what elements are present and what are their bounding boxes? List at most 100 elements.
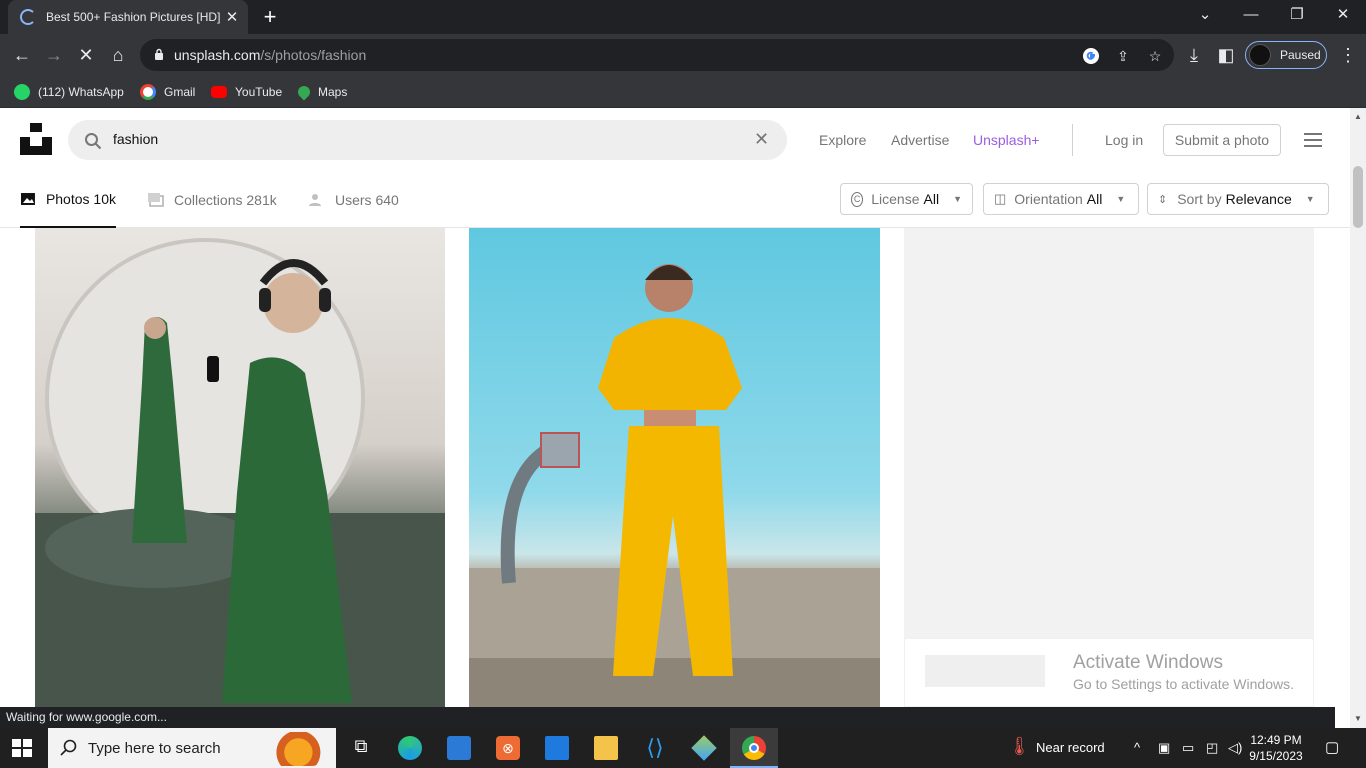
users-icon xyxy=(309,194,321,206)
search-input[interactable]: fashion ✕ xyxy=(68,120,787,160)
tab-count: 281k xyxy=(246,192,277,208)
avatar xyxy=(1249,44,1271,66)
bookmark-whatsapp[interactable]: (112) WhatsApp xyxy=(14,82,124,102)
tray-expand-icon[interactable]: ^ xyxy=(1134,740,1140,755)
mail-icon[interactable] xyxy=(545,736,569,760)
nav-unsplash-plus[interactable]: Unsplash+ xyxy=(973,132,1040,148)
thermometer-icon[interactable]: 🌡 xyxy=(1008,736,1031,757)
stop-loading-button[interactable]: ✕ xyxy=(72,42,100,68)
tab-search-icon[interactable]: ⌄ xyxy=(1182,0,1228,34)
login-link[interactable]: Log in xyxy=(1105,132,1143,148)
edge-browser-icon[interactable] xyxy=(398,736,422,760)
close-window-button[interactable]: ✕ xyxy=(1320,0,1366,34)
restore-button[interactable]: ❐ xyxy=(1274,0,1320,34)
tab-users[interactable]: Users 640 xyxy=(309,172,399,228)
forward-button[interactable]: → xyxy=(40,42,68,68)
chrome-menu-icon[interactable]: ⋮ xyxy=(1334,42,1362,68)
close-tab-icon[interactable]: ✕ xyxy=(224,8,240,26)
photo-woman-yellow-tracksuit[interactable] xyxy=(469,228,880,707)
sort-dropdown[interactable]: ⇕ Sort by Relevance ▼ xyxy=(1147,183,1329,215)
profile-status: Paused xyxy=(1280,48,1321,62)
minimize-button[interactable]: — xyxy=(1228,0,1274,34)
dropdown-label: License xyxy=(871,191,920,207)
tab-collections[interactable]: Collections 281k xyxy=(148,172,277,228)
search-icon[interactable] xyxy=(84,132,102,150)
submit-photo-button[interactable]: Submit a photo xyxy=(1163,124,1281,156)
photo-woman-green-dress[interactable] xyxy=(35,228,445,707)
taskbar-search-placeholder: Type here to search xyxy=(88,740,221,757)
battery-icon[interactable]: ▭ xyxy=(1182,740,1194,756)
bookmark-youtube[interactable]: YouTube xyxy=(211,82,282,102)
bookmarks-bar: (112) WhatsApp Gmail YouTube Maps xyxy=(0,76,1366,108)
windows-start-icon[interactable] xyxy=(12,739,32,757)
share-icon[interactable]: ⇪ xyxy=(1114,47,1132,65)
collections-icon xyxy=(148,193,164,207)
google-icon xyxy=(140,84,156,100)
tab-label: Users xyxy=(335,192,372,208)
scroll-down-icon[interactable]: ▼ xyxy=(1350,714,1366,723)
home-button[interactable]: ⌂ xyxy=(104,42,132,68)
tab-photos[interactable]: Photos 10k xyxy=(20,172,116,228)
sort-icon: ⇕ xyxy=(1158,193,1168,206)
bookmark-label: Gmail xyxy=(164,85,196,99)
clock-date: 9/15/2023 xyxy=(1249,749,1303,763)
volume-icon[interactable]: ◁) xyxy=(1228,740,1242,756)
license-dropdown[interactable]: C License All ▼ xyxy=(840,183,973,215)
clear-search-icon[interactable]: ✕ xyxy=(754,129,769,150)
back-button[interactable]: ← xyxy=(8,42,36,68)
taskbar-chrome-active[interactable] xyxy=(730,728,778,768)
nav-advertise[interactable]: Advertise xyxy=(891,132,949,148)
bookmark-label: (112) WhatsApp xyxy=(38,85,124,99)
scrollbar-thumb[interactable] xyxy=(1353,166,1363,228)
youtube-icon xyxy=(211,86,227,98)
taskbar-search-box[interactable]: Type here to search xyxy=(48,728,336,768)
web-page: fashion ✕ Explore Advertise Unsplash+ Lo… xyxy=(0,108,1350,707)
browser-tab[interactable]: Best 500+ Fashion Pictures [HD] | ✕ xyxy=(8,0,248,34)
new-tab-button[interactable]: + xyxy=(258,4,282,30)
dropdown-value: Relevance xyxy=(1225,191,1292,207)
task-view-icon[interactable]: ⧉ xyxy=(349,736,373,760)
tab-label: Photos xyxy=(45,191,90,207)
loading-spinner-icon xyxy=(20,9,36,25)
vscode-icon[interactable]: ⟨⟩ xyxy=(643,736,667,760)
weather-widget-icon[interactable] xyxy=(260,732,324,766)
clock-time: 12:49 PM xyxy=(1250,733,1302,747)
scroll-up-icon[interactable]: ▲ xyxy=(1350,112,1366,121)
notification-icon[interactable]: ▢ xyxy=(1325,738,1339,756)
browser-toolbar: ← → ✕ ⌂ unsplash.com/s/photos/fashion ⇪ … xyxy=(0,34,1366,76)
download-icon[interactable]: ⤓ xyxy=(1180,42,1208,68)
bookmark-gmail[interactable]: Gmail xyxy=(140,82,195,102)
page-scrollbar[interactable]: ▲ ▼ xyxy=(1350,108,1366,728)
address-bar[interactable]: unsplash.com/s/photos/fashion ⇪ ☆ xyxy=(140,39,1174,71)
browser-tab-strip: Best 500+ Fashion Pictures [HD] | ✕ + ⌄ … xyxy=(0,0,1366,34)
nav-explore[interactable]: Explore xyxy=(819,132,866,148)
chevron-down-icon: ▼ xyxy=(1305,194,1315,204)
ad-placeholder-block xyxy=(925,655,1045,687)
windows-taskbar: Type here to search ⧉ ⊗ ⟨⟩ 🌡 Near record… xyxy=(0,728,1366,768)
dropdown-value: All xyxy=(1086,191,1103,207)
xampp-icon[interactable]: ⊗ xyxy=(496,736,520,760)
unsplash-logo-icon[interactable] xyxy=(20,123,52,155)
photo-illustration xyxy=(469,264,880,707)
file-explorer-icon[interactable] xyxy=(594,736,618,760)
taskbar-clock[interactable]: 12:49 PM 9/15/2023 xyxy=(1244,732,1308,764)
network-icon[interactable]: ◰ xyxy=(1206,740,1218,756)
profile-button[interactable]: Paused xyxy=(1245,41,1327,69)
chrome-icon-center xyxy=(749,743,759,753)
orientation-dropdown[interactable]: ◫ Orientation All ▼ xyxy=(983,183,1139,215)
virtualbox-icon[interactable] xyxy=(691,735,717,761)
google-lens-icon[interactable] xyxy=(1082,47,1100,65)
maps-pin-icon xyxy=(295,83,313,101)
meet-now-icon[interactable]: ▣ xyxy=(1158,740,1170,756)
search-query[interactable]: fashion xyxy=(113,131,158,147)
bookmark-star-icon[interactable]: ☆ xyxy=(1146,47,1164,65)
dropdown-value: All xyxy=(923,191,940,207)
weather-status[interactable]: Near record xyxy=(1036,740,1105,755)
microsoft-store-icon[interactable] xyxy=(447,736,471,760)
browser-status-bar: Waiting for www.google.com... xyxy=(0,707,1335,728)
hamburger-menu-icon[interactable] xyxy=(1304,133,1322,151)
bookmark-maps[interactable]: Maps xyxy=(295,82,347,102)
side-panel-icon[interactable]: ◧ xyxy=(1212,42,1240,68)
dropdown-label: Sort by xyxy=(1177,191,1222,207)
activate-windows-watermark: Activate Windows Go to Settings to activ… xyxy=(1073,652,1294,692)
